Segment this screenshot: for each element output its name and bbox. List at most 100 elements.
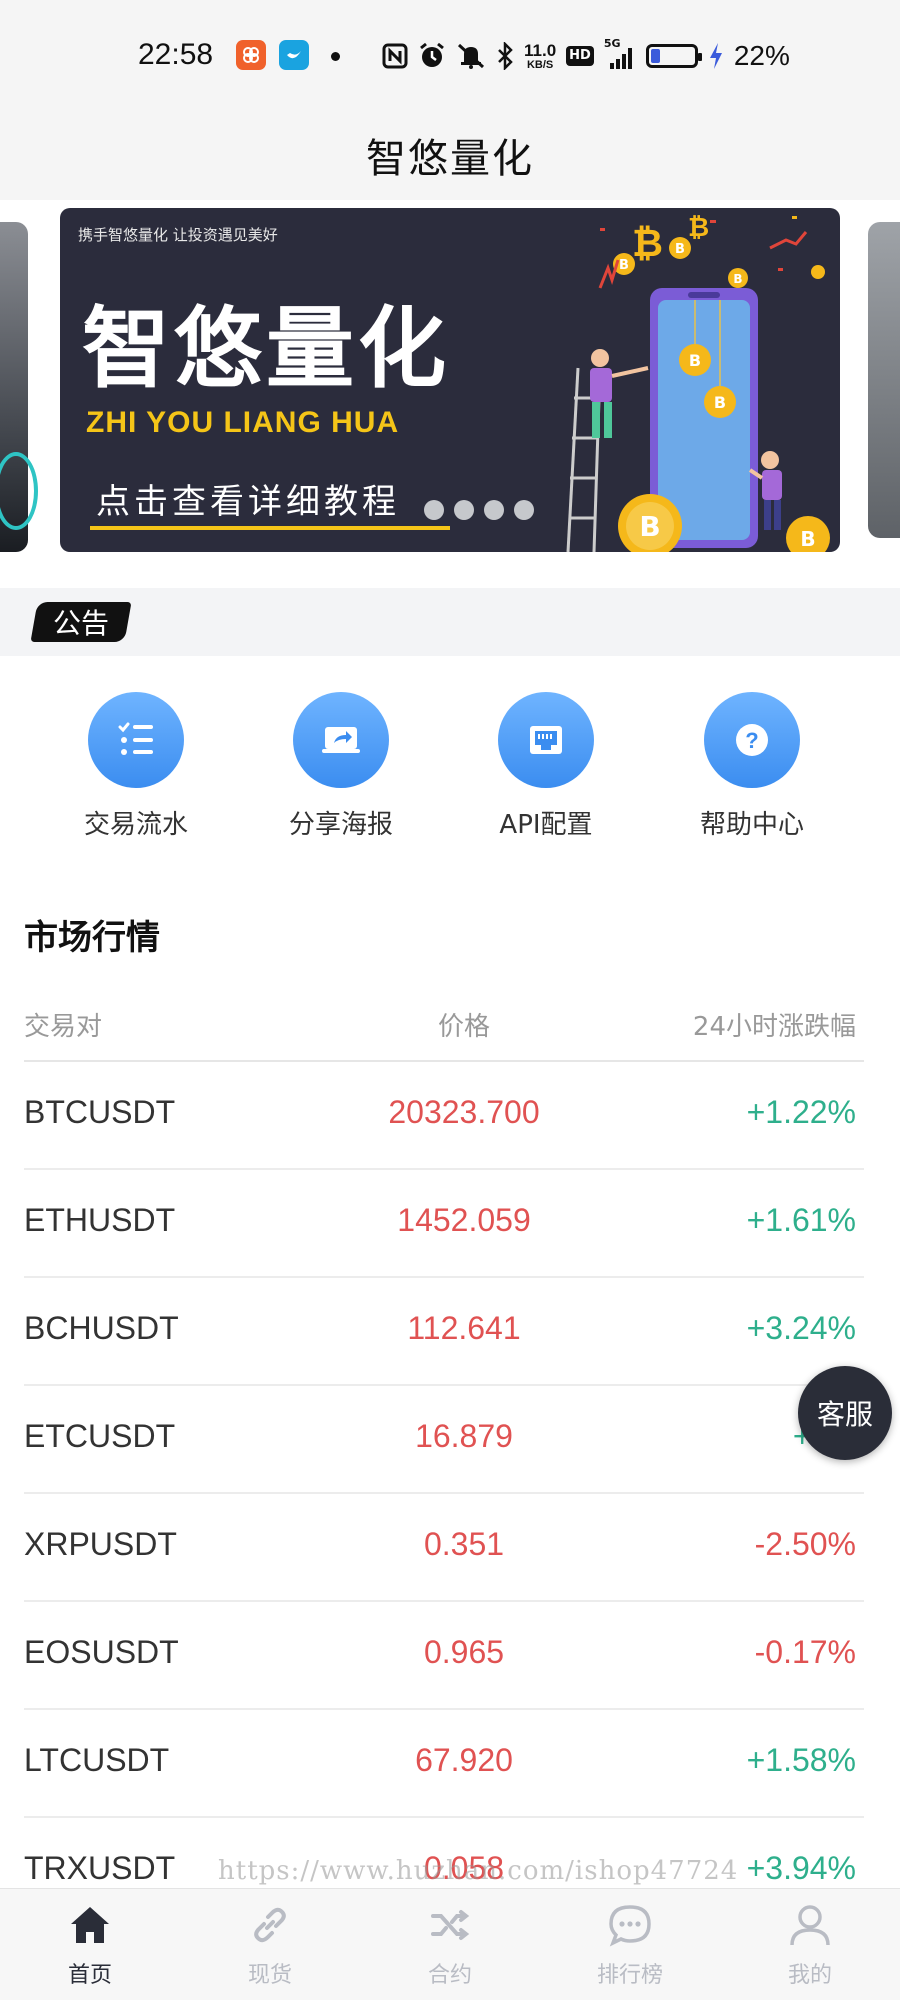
battery-level-fill bbox=[650, 49, 660, 63]
battery-percent: 22% bbox=[733, 40, 790, 71]
banner-carousel[interactable]: 携手智悠量化 让投资遇见美好 智悠量化 ZHI YOU LIANG HUA 点击… bbox=[0, 200, 900, 588]
quick-menu: 交易流水 分享海报 API配置 ? 帮助中心 bbox=[0, 656, 900, 856]
change-24h: +3.94% bbox=[746, 1850, 856, 1886]
nav-item-ranking[interactable]: 排行榜 bbox=[540, 1889, 720, 2000]
battery-icon bbox=[645, 44, 702, 68]
last-price: 1452.059 bbox=[397, 1202, 531, 1238]
notice-tag: 公告 bbox=[30, 602, 132, 642]
page-title: 智悠量化 bbox=[366, 136, 534, 182]
market-row[interactable]: ETHUSDT 1452.059 +1.61% bbox=[24, 1170, 864, 1278]
change-24h: -2.50% bbox=[754, 1526, 856, 1562]
column-header-pair: 交易对 bbox=[24, 1012, 103, 1042]
signal-icon: 5G bbox=[604, 37, 636, 69]
net-speed-value: 11.0 bbox=[524, 40, 557, 60]
last-price: 112.641 bbox=[407, 1310, 521, 1346]
market-section-title: 市场行情 bbox=[24, 918, 160, 958]
pair-symbol: ETHUSDT bbox=[24, 1202, 176, 1238]
nav-item-home[interactable]: 首页 bbox=[0, 1889, 180, 2000]
charging-icon bbox=[708, 42, 724, 70]
banner-dot[interactable] bbox=[514, 500, 534, 520]
svg-text:B: B bbox=[619, 258, 629, 273]
column-header-change: 24小时涨跌幅 bbox=[692, 1012, 856, 1042]
pair-symbol: BCHUSDT bbox=[24, 1310, 179, 1346]
share-icon bbox=[293, 692, 389, 788]
nav-label: 现货 bbox=[247, 1963, 292, 1988]
last-price: 0.965 bbox=[423, 1634, 505, 1670]
change-24h: +1.22% bbox=[746, 1094, 856, 1130]
banner-next-slide[interactable] bbox=[868, 222, 900, 538]
signal-label: 5G bbox=[603, 37, 621, 50]
nav-label: 排行榜 bbox=[596, 1963, 663, 1988]
help-icon: ? bbox=[704, 692, 800, 788]
banner-dot[interactable] bbox=[484, 500, 504, 520]
app-notification-icon bbox=[279, 40, 309, 70]
api-icon bbox=[498, 692, 594, 788]
change-24h: +1.61% bbox=[746, 1202, 856, 1238]
nav-label: 我的 bbox=[787, 1963, 832, 1988]
market-row[interactable]: ETCUSDT16.879+0.9 bbox=[24, 1386, 864, 1494]
list-icon bbox=[88, 692, 184, 788]
status-bar: 22:58 11.0 KB/S HD 5G 22% bbox=[0, 0, 900, 110]
alarm-icon bbox=[418, 42, 446, 70]
svg-text:₿: ₿ bbox=[632, 221, 663, 265]
watermark: https://www.huzhan.com/ishop47724 bbox=[218, 1856, 739, 1886]
shuffle-icon bbox=[426, 1901, 474, 1949]
nav-label: 首页 bbox=[67, 1963, 112, 1988]
quick-item-share-poster[interactable]: 分享海报 bbox=[241, 692, 441, 841]
banner-pagination[interactable] bbox=[424, 500, 534, 520]
pair-symbol: XRPUSDT bbox=[24, 1526, 177, 1562]
app-header: 智悠量化 bbox=[0, 110, 900, 200]
change-24h: +1.58% bbox=[746, 1742, 856, 1778]
svg-text:₿: ₿ bbox=[688, 213, 709, 243]
nav-item-contract[interactable]: 合约 bbox=[360, 1889, 540, 2000]
hd-label: HD bbox=[569, 48, 591, 63]
status-icons: 11.0 KB/S HD 5G 22% bbox=[382, 37, 790, 74]
svg-text:B: B bbox=[714, 393, 726, 412]
banner-prev-slide[interactable] bbox=[0, 222, 38, 552]
pair-symbol: LTCUSDT bbox=[24, 1742, 170, 1778]
customer-service-button[interactable]: 客服 bbox=[798, 1366, 892, 1460]
net-speed-unit: KB/S bbox=[526, 58, 554, 71]
last-price: 0.351 bbox=[423, 1526, 505, 1562]
nfc-icon bbox=[382, 43, 408, 69]
notice-bar[interactable]: 公告 bbox=[0, 588, 900, 656]
banner-dot[interactable] bbox=[424, 500, 444, 520]
nav-label: 合约 bbox=[427, 1963, 472, 1988]
banner-pinyin: ZHI YOU LIANG HUA bbox=[86, 406, 400, 439]
nav-item-mine[interactable]: 我的 bbox=[720, 1889, 900, 2000]
more-notifications-dot bbox=[331, 52, 340, 61]
svg-text:B: B bbox=[800, 527, 815, 551]
market-row[interactable]: BTCUSDT 20323.700 +1.22% bbox=[24, 1062, 864, 1170]
market-row[interactable]: BCHUSDT 112.641 +3.24% bbox=[24, 1278, 864, 1386]
market-row[interactable]: LTCUSDT 67.920 +1.58% bbox=[24, 1710, 864, 1818]
market-row[interactable]: EOSUSDT 0.965 -0.17% bbox=[24, 1602, 864, 1710]
svg-text:B: B bbox=[639, 510, 660, 543]
quick-item-api-config[interactable]: API配置 bbox=[446, 692, 646, 841]
last-price: 20323.700 bbox=[388, 1094, 540, 1130]
quick-item-label: 交易流水 bbox=[83, 810, 188, 840]
banner-underline bbox=[90, 526, 450, 530]
nav-item-spot[interactable]: 现货 bbox=[180, 1889, 360, 2000]
pair-symbol: EOSUSDT bbox=[24, 1634, 179, 1670]
banner-tutorial-link[interactable]: 点击查看详细教程 bbox=[96, 474, 400, 523]
banner-slide[interactable]: 携手智悠量化 让投资遇见美好 智悠量化 ZHI YOU LIANG HUA 点击… bbox=[60, 208, 840, 552]
banner-dot[interactable] bbox=[454, 500, 474, 520]
svg-text:B: B bbox=[733, 272, 742, 286]
notice-tag-label: 公告 bbox=[52, 607, 109, 640]
banner-illustration: B B B B ₿ B B ₿ B bbox=[566, 213, 830, 552]
user-icon bbox=[786, 1901, 834, 1949]
svg-text:?: ? bbox=[745, 728, 758, 753]
change-24h: -0.17% bbox=[754, 1634, 856, 1670]
last-price: 16.879 bbox=[415, 1418, 513, 1454]
app-notification-icon bbox=[236, 40, 266, 70]
quick-item-trade-history[interactable]: 交易流水 bbox=[36, 692, 236, 841]
pair-symbol: TRXUSDT bbox=[24, 1850, 176, 1886]
mute-icon bbox=[456, 42, 486, 70]
last-price: 67.920 bbox=[415, 1742, 513, 1778]
market-row[interactable]: XRPUSDT 0.351 -2.50% bbox=[24, 1494, 864, 1602]
bluetooth-icon bbox=[496, 42, 514, 70]
quick-item-help-center[interactable]: ? 帮助中心 bbox=[652, 692, 852, 841]
pair-symbol: ETCUSDT bbox=[24, 1418, 176, 1454]
hd-icon: HD bbox=[566, 46, 594, 66]
pair-symbol: BTCUSDT bbox=[24, 1094, 176, 1130]
